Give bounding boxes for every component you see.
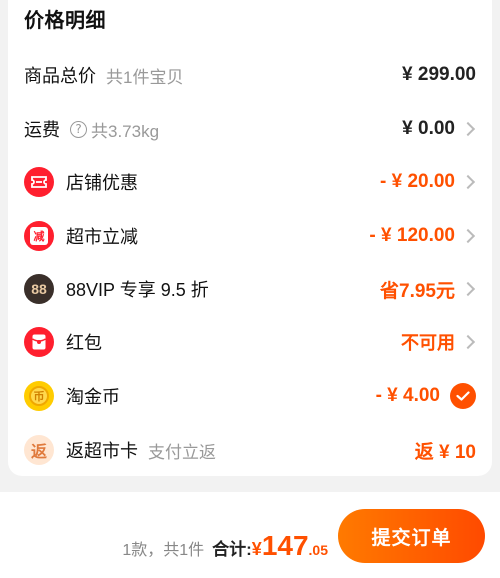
shop-coupon-icon <box>24 167 54 197</box>
taojinbi-label: 淘金币 <box>66 387 120 407</box>
vip-label: 88VIP 专享 9.5 折 <box>66 280 209 300</box>
submit-order-button[interactable]: 提交订单 <box>338 509 485 563</box>
red-packet-value: 不可用 <box>401 333 455 353</box>
item-count: 1款，共1件 <box>122 542 205 559</box>
shipping-row[interactable]: 运费 ? 共3.73kg ¥ 0.00 <box>8 109 492 149</box>
supermarket-discount-label: 超市立减 <box>66 227 138 247</box>
red-packet-label: 红包 <box>66 333 102 353</box>
chevron-right-icon <box>460 281 476 297</box>
goods-total-row: 商品总价 共1件宝贝 ¥ 299.00 <box>8 55 492 95</box>
price-detail-card: 价格明细 商品总价 共1件宝贝 ¥ 299.00 运费 ? 共3.73kg ¥ … <box>8 0 492 476</box>
supermarket-discount-value: - ¥ 120.00 <box>369 225 455 246</box>
goods-count: 共1件宝贝 <box>106 67 184 87</box>
goods-total-value: ¥ 299.00 <box>402 64 476 85</box>
red-packet-row[interactable]: 红包 不可用 <box>8 322 492 362</box>
chevron-right-icon <box>460 334 476 350</box>
cashback-card-row: 返 返超市卡 支付立返 返 ¥ 10 <box>8 430 492 470</box>
coin-glyph: 币 <box>29 386 49 406</box>
cashback-icon: 返 <box>24 435 54 465</box>
taojinbi-coin-icon: 币 <box>24 381 54 411</box>
check-icon[interactable] <box>450 383 476 409</box>
chevron-right-icon <box>460 121 476 137</box>
taojinbi-value: - ¥ 4.00 <box>375 385 440 406</box>
section-title: 价格明细 <box>24 10 106 32</box>
cashback-sub: 支付立返 <box>148 442 216 462</box>
vip-88-icon: 88 <box>24 274 54 304</box>
cashback-label: 返超市卡 <box>66 441 138 461</box>
taojinbi-row[interactable]: 币 淘金币 - ¥ 4.00 <box>8 376 492 416</box>
vip-row[interactable]: 88 88VIP 专享 9.5 折 省7.95元 <box>8 269 492 309</box>
discount-glyph: 减 <box>33 231 45 243</box>
total-label: 合计: <box>212 540 252 559</box>
order-summary: 1款，共1件 合计: ¥ 147 .05 <box>122 530 328 562</box>
chevron-right-icon <box>460 174 476 190</box>
shop-discount-value: - ¥ 20.00 <box>380 171 455 192</box>
chevron-right-icon <box>460 228 476 244</box>
supermarket-discount-row[interactable]: 减 超市立减 - ¥ 120.00 <box>8 216 492 256</box>
vip-value: 省7.95元 <box>380 280 455 302</box>
shipping-weight: 共3.73kg <box>91 121 160 141</box>
shipping-value: ¥ 0.00 <box>402 118 455 139</box>
goods-total-label: 商品总价 <box>24 66 96 86</box>
currency-symbol: ¥ <box>251 539 262 559</box>
help-icon[interactable]: ? <box>70 120 87 138</box>
shipping-label: 运费 <box>24 120 60 140</box>
total-decimal: .05 <box>308 542 328 558</box>
shop-discount-row[interactable]: 店铺优惠 - ¥ 20.00 <box>8 162 492 202</box>
total-integer: 147 <box>261 530 309 561</box>
shop-discount-label: 店铺优惠 <box>66 173 138 193</box>
supermarket-discount-icon: 减 <box>24 221 54 251</box>
red-packet-icon <box>24 327 54 357</box>
cashback-value: 返 ¥ 10 <box>414 441 476 463</box>
